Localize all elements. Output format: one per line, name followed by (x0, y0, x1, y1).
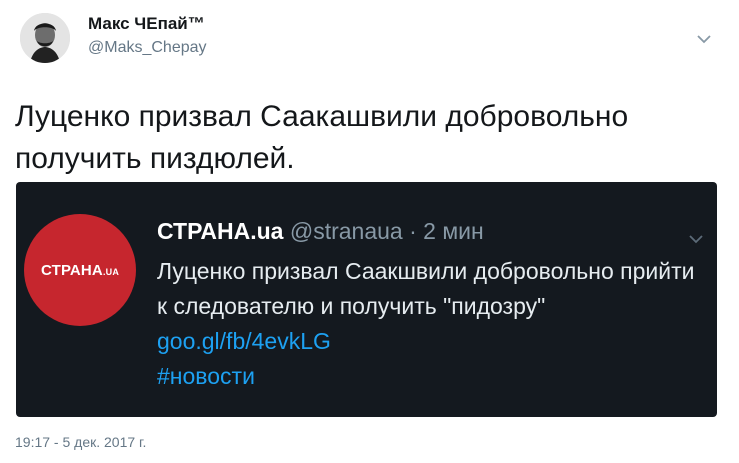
embedded-chevron-down-icon (689, 235, 703, 244)
tweet-timestamp[interactable]: 19:17 - 5 дек. 2017 г. (15, 434, 146, 450)
strana-logo: СТРАНА.UA (24, 214, 136, 326)
embedded-author-name: СТРАНА.ua (157, 218, 284, 244)
avatar[interactable] (20, 13, 70, 63)
embedded-author-handle: @stranaua (289, 218, 403, 244)
embedded-tweet-image[interactable]: СТРАНА.UA СТРАНА.ua @stranaua · 2 мин Лу… (16, 182, 717, 417)
embedded-link: goo.gl/fb/4evkLG (157, 328, 331, 354)
embedded-tweet-text: Луценко призвал Саакшвили добровольно пр… (157, 254, 707, 394)
avatar-portrait-icon (20, 13, 70, 63)
tweet-text: Луценко призвал Саакашвили добровольно п… (15, 100, 629, 175)
chevron-down-icon[interactable] (694, 32, 714, 46)
embedded-time: 2 мин (423, 218, 484, 244)
user-display-name[interactable]: Макс ЧЕпай™ (88, 14, 205, 33)
embedded-hashtag: #новости (157, 363, 255, 389)
embedded-text: Луценко призвал Саакшвили добровольно пр… (157, 258, 695, 319)
embedded-tweet-header: СТРАНА.ua @stranaua · 2 мин (157, 218, 484, 245)
embedded-separator: · (402, 218, 424, 244)
user-handle[interactable]: @Maks_Chepay (88, 39, 207, 57)
